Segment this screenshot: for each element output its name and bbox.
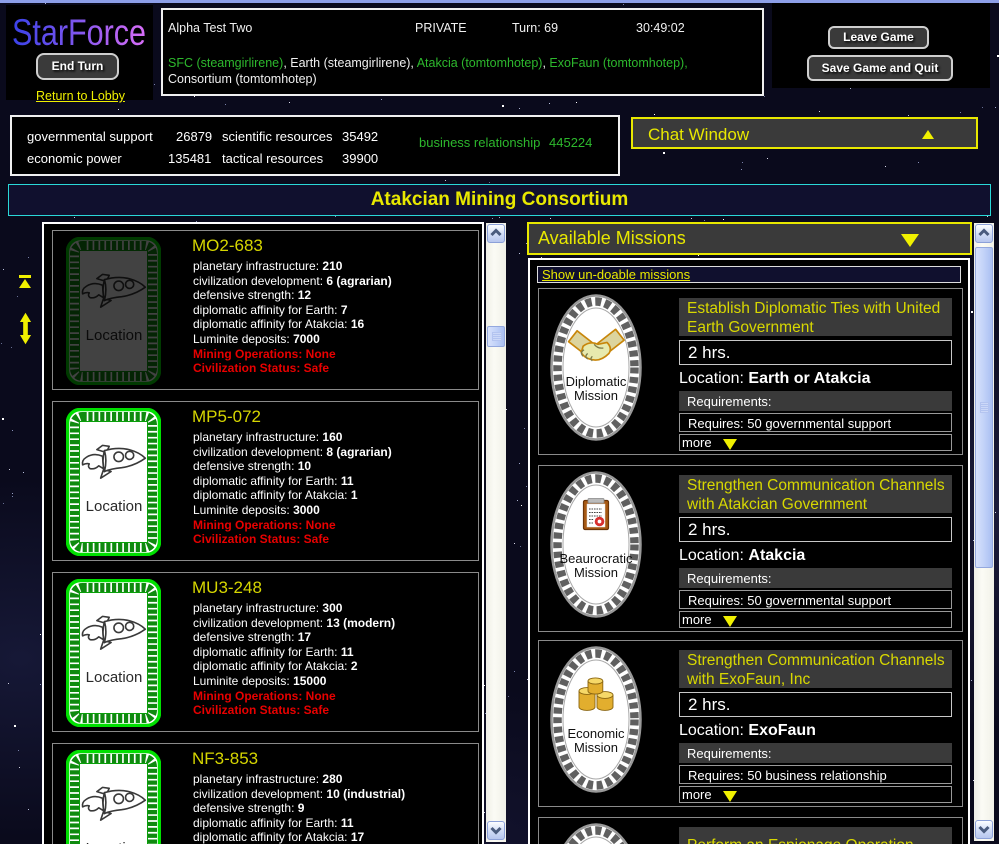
svg-text:Location: Location bbox=[86, 327, 143, 344]
svg-text:Mission: Mission bbox=[574, 565, 618, 580]
svg-text:Location: Location bbox=[86, 840, 143, 844]
svg-text:Beaurocratic: Beaurocratic bbox=[560, 551, 633, 566]
svg-text:Mission: Mission bbox=[574, 740, 618, 755]
svg-text:Location: Location bbox=[86, 498, 143, 515]
svg-text:StarForce: StarForce bbox=[12, 12, 146, 52]
svg-text:Diplomatic: Diplomatic bbox=[566, 374, 627, 389]
svg-text:Economic: Economic bbox=[567, 726, 625, 741]
svg-text:Location: Location bbox=[86, 669, 143, 686]
svg-text:Mission: Mission bbox=[574, 388, 618, 403]
